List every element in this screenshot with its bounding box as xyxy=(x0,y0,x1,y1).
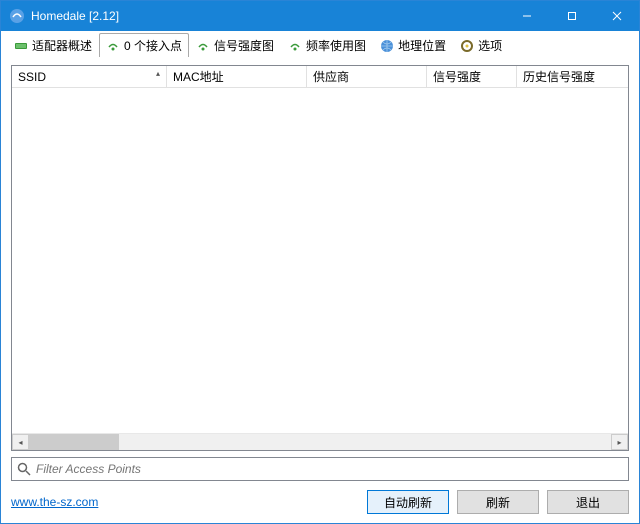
list-header: SSID ▴ MAC地址 供应商 信号强度 历史信号强度 xyxy=(12,66,628,88)
scroll-track[interactable] xyxy=(29,434,611,450)
column-label: SSID xyxy=(18,70,46,84)
app-window: Homedale [2.12] 适配器概述 0 个接入点 xyxy=(0,0,640,524)
tab-geolocation[interactable]: 地理位置 xyxy=(373,33,453,57)
column-ssid[interactable]: SSID ▴ xyxy=(12,66,167,87)
tab-adapter-overview[interactable]: 适配器概述 xyxy=(7,33,99,57)
website-link[interactable]: www.the-sz.com xyxy=(11,495,98,509)
auto-refresh-button[interactable]: 自动刷新 xyxy=(367,490,449,514)
app-icon xyxy=(9,8,25,24)
titlebar: Homedale [2.12] xyxy=(1,1,639,31)
search-icon xyxy=(16,461,32,477)
exit-button[interactable]: 退出 xyxy=(547,490,629,514)
minimize-button[interactable] xyxy=(504,1,549,31)
scroll-thumb[interactable] xyxy=(29,434,119,450)
filter-input[interactable] xyxy=(36,462,624,476)
footer: www.the-sz.com 自动刷新 刷新 退出 xyxy=(1,485,639,523)
tab-label: 频率使用图 xyxy=(306,37,366,54)
column-label: 历史信号强度 xyxy=(523,68,595,85)
column-label: 信号强度 xyxy=(433,68,481,85)
signal-icon xyxy=(288,39,302,53)
column-label: 供应商 xyxy=(313,68,349,85)
list-body xyxy=(12,88,628,433)
close-button[interactable] xyxy=(594,1,639,31)
maximize-button[interactable] xyxy=(549,1,594,31)
refresh-button[interactable]: 刷新 xyxy=(457,490,539,514)
window-title: Homedale [2.12] xyxy=(31,9,504,23)
signal-icon xyxy=(106,39,120,53)
column-vendor[interactable]: 供应商 xyxy=(307,66,427,87)
scroll-right-button[interactable]: ▸ xyxy=(611,434,628,450)
column-history[interactable]: 历史信号强度 xyxy=(517,66,628,87)
access-points-list: SSID ▴ MAC地址 供应商 信号强度 历史信号强度 ◂ xyxy=(11,65,629,451)
tab-signal-graph[interactable]: 信号强度图 xyxy=(189,33,281,57)
tab-bar: 适配器概述 0 个接入点 信号强度图 频率使用图 地理位置 xyxy=(1,31,639,57)
content-area: SSID ▴ MAC地址 供应商 信号强度 历史信号强度 ◂ xyxy=(1,57,639,485)
tab-access-points[interactable]: 0 个接入点 xyxy=(99,33,189,57)
horizontal-scrollbar[interactable]: ◂ ▸ xyxy=(12,433,628,450)
tab-label: 信号强度图 xyxy=(214,37,274,54)
window-controls xyxy=(504,1,639,31)
sort-ascending-icon: ▴ xyxy=(156,69,160,78)
tab-frequency-usage[interactable]: 频率使用图 xyxy=(281,33,373,57)
tab-label: 适配器概述 xyxy=(32,37,92,54)
tab-label: 地理位置 xyxy=(398,37,446,54)
filter-box xyxy=(11,457,629,481)
scroll-left-button[interactable]: ◂ xyxy=(12,434,29,450)
tab-label: 0 个接入点 xyxy=(124,37,182,54)
column-signal[interactable]: 信号强度 xyxy=(427,66,517,87)
tab-label: 选项 xyxy=(478,37,502,54)
signal-icon xyxy=(196,39,210,53)
tab-options[interactable]: 选项 xyxy=(453,33,509,57)
column-mac[interactable]: MAC地址 xyxy=(167,66,307,87)
card-icon xyxy=(14,39,28,53)
globe-icon xyxy=(380,39,394,53)
gear-icon xyxy=(460,39,474,53)
column-label: MAC地址 xyxy=(173,68,224,85)
